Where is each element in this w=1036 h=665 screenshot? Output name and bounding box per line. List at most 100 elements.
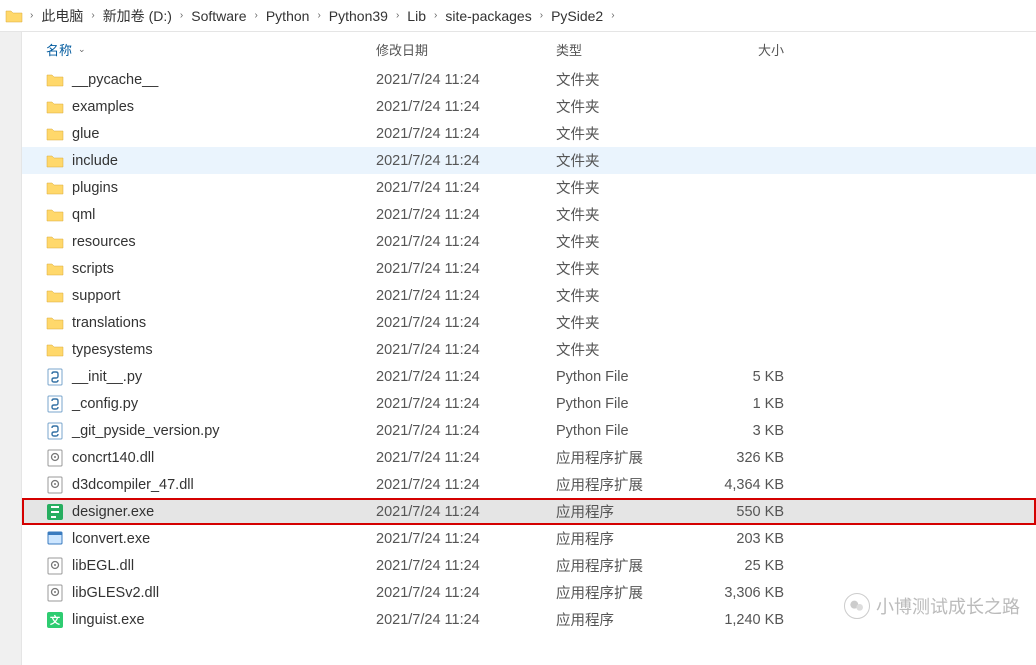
file-name: __pycache__ (72, 72, 158, 88)
file-type: Python File (556, 396, 696, 412)
file-row[interactable]: d3dcompiler_47.dll2021/7/24 11:24应用程序扩展4… (22, 471, 1036, 498)
column-name[interactable]: 名称 ⌄ (46, 40, 376, 59)
file-row[interactable]: concrt140.dll2021/7/24 11:24应用程序扩展326 KB (22, 444, 1036, 471)
chevron-right-icon[interactable]: › (315, 10, 322, 21)
breadcrumb-item[interactable]: Python (264, 6, 312, 26)
column-type[interactable]: 类型 (556, 40, 696, 59)
file-size: 25 KB (696, 558, 796, 574)
sidebar-strip (0, 32, 22, 665)
file-row[interactable]: plugins2021/7/24 11:24文件夹 (22, 174, 1036, 201)
file-date: 2021/7/24 11:24 (376, 558, 556, 574)
folder-icon (46, 152, 64, 170)
chevron-right-icon[interactable]: › (89, 10, 96, 21)
file-name: plugins (72, 180, 118, 196)
folder-icon (46, 233, 64, 251)
column-size[interactable]: 大小 (696, 40, 796, 59)
file-date: 2021/7/24 11:24 (376, 585, 556, 601)
file-row[interactable]: translations2021/7/24 11:24文件夹 (22, 309, 1036, 336)
file-row[interactable]: examples2021/7/24 11:24文件夹 (22, 93, 1036, 120)
file-row[interactable]: scripts2021/7/24 11:24文件夹 (22, 255, 1036, 282)
folder-icon (46, 260, 64, 278)
file-date: 2021/7/24 11:24 (376, 126, 556, 142)
file-name: typesystems (72, 342, 153, 358)
exe-linguist-icon: 文 (46, 611, 64, 629)
file-name: d3dcompiler_47.dll (72, 477, 194, 493)
chevron-right-icon[interactable]: › (28, 10, 35, 21)
chevron-right-icon[interactable]: › (538, 10, 545, 21)
breadcrumb-item[interactable]: PySide2 (549, 6, 605, 26)
file-type: Python File (556, 423, 696, 439)
file-size: 4,364 KB (696, 477, 796, 493)
file-type: 应用程序 (556, 528, 696, 549)
file-name: designer.exe (72, 504, 154, 520)
file-date: 2021/7/24 11:24 (376, 504, 556, 520)
file-row[interactable]: glue2021/7/24 11:24文件夹 (22, 120, 1036, 147)
breadcrumb-item[interactable]: 新加卷 (D:) (101, 4, 174, 28)
file-row[interactable]: support 2021/7/24 11:24文件夹 (22, 282, 1036, 309)
file-row[interactable]: resources2021/7/24 11:24文件夹 (22, 228, 1036, 255)
folder-icon (46, 98, 64, 116)
file-list: 名称 ⌄ 修改日期 类型 大小 __pycache__2021/7/24 11:… (22, 32, 1036, 665)
file-name: examples (72, 99, 134, 115)
chevron-right-icon[interactable]: › (253, 10, 260, 21)
file-name: qml (72, 207, 95, 223)
file-type: 应用程序扩展 (556, 582, 696, 603)
file-date: 2021/7/24 11:24 (376, 369, 556, 385)
file-type: 文件夹 (556, 339, 696, 360)
breadcrumb-item[interactable]: 此电脑 (39, 4, 85, 28)
file-type: 应用程序 (556, 609, 696, 630)
chevron-right-icon[interactable]: › (432, 10, 439, 21)
file-type: 应用程序扩展 (556, 447, 696, 468)
breadcrumb-item[interactable]: site-packages (443, 6, 533, 26)
file-name: scripts (72, 261, 114, 277)
file-type: 文件夹 (556, 123, 696, 144)
file-name: include (72, 153, 118, 169)
file-row[interactable]: libGLESv2.dll2021/7/24 11:24应用程序扩展3,306 … (22, 579, 1036, 606)
column-headers: 名称 ⌄ 修改日期 类型 大小 (22, 32, 1036, 66)
file-date: 2021/7/24 11:24 (376, 423, 556, 439)
file-size: 550 KB (696, 504, 796, 520)
file-size: 203 KB (696, 531, 796, 547)
file-date: 2021/7/24 11:24 (376, 288, 556, 304)
breadcrumb-item[interactable]: Software (189, 6, 248, 26)
file-date: 2021/7/24 11:24 (376, 180, 556, 196)
file-row[interactable]: designer.exe 2021/7/24 11:24应用程序550 KB (22, 498, 1036, 525)
file-type: 文件夹 (556, 204, 696, 225)
file-row[interactable]: typesystems2021/7/24 11:24文件夹 (22, 336, 1036, 363)
breadcrumb[interactable]: › 此电脑›新加卷 (D:)›Software›Python›Python39›… (0, 0, 1036, 32)
chevron-right-icon[interactable]: › (178, 10, 185, 21)
folder-icon (46, 125, 64, 143)
py-icon (46, 368, 64, 386)
file-row[interactable]: __init__.py2021/7/24 11:24Python File5 K… (22, 363, 1036, 390)
breadcrumb-item[interactable]: Lib (405, 6, 428, 26)
chevron-right-icon[interactable]: › (394, 10, 401, 21)
file-row[interactable]: 文 linguist.exe 2021/7/24 11:24应用程序1,240 KB (22, 606, 1036, 633)
file-row[interactable]: _git_pyside_version.py2021/7/24 11:24Pyt… (22, 417, 1036, 444)
file-type: 应用程序 (556, 501, 696, 522)
file-size: 1,240 KB (696, 612, 796, 628)
folder-icon (4, 6, 24, 26)
file-row[interactable]: __pycache__2021/7/24 11:24文件夹 (22, 66, 1036, 93)
file-name: _config.py (72, 396, 138, 412)
file-date: 2021/7/24 11:24 (376, 153, 556, 169)
column-date-label: 修改日期 (376, 40, 428, 59)
file-row[interactable]: _config.py2021/7/24 11:24Python File1 KB (22, 390, 1036, 417)
file-row[interactable]: libEGL.dll2021/7/24 11:24应用程序扩展25 KB (22, 552, 1036, 579)
file-row[interactable]: qml2021/7/24 11:24文件夹 (22, 201, 1036, 228)
exe-icon (46, 530, 64, 548)
folder-icon (46, 206, 64, 224)
file-name: linguist.exe (72, 612, 145, 628)
dll-icon (46, 584, 64, 602)
breadcrumb-item[interactable]: Python39 (327, 6, 390, 26)
dll-icon (46, 557, 64, 575)
file-row[interactable]: lconvert.exe2021/7/24 11:24应用程序203 KB (22, 525, 1036, 552)
file-date: 2021/7/24 11:24 (376, 612, 556, 628)
file-name: resources (72, 234, 136, 250)
chevron-right-icon[interactable]: › (609, 10, 616, 21)
file-name: support (72, 288, 120, 304)
py-icon (46, 395, 64, 413)
file-name: translations (72, 315, 146, 331)
file-type: 文件夹 (556, 285, 696, 306)
file-row[interactable]: include2021/7/24 11:24文件夹 (22, 147, 1036, 174)
column-date[interactable]: 修改日期 (376, 40, 556, 59)
